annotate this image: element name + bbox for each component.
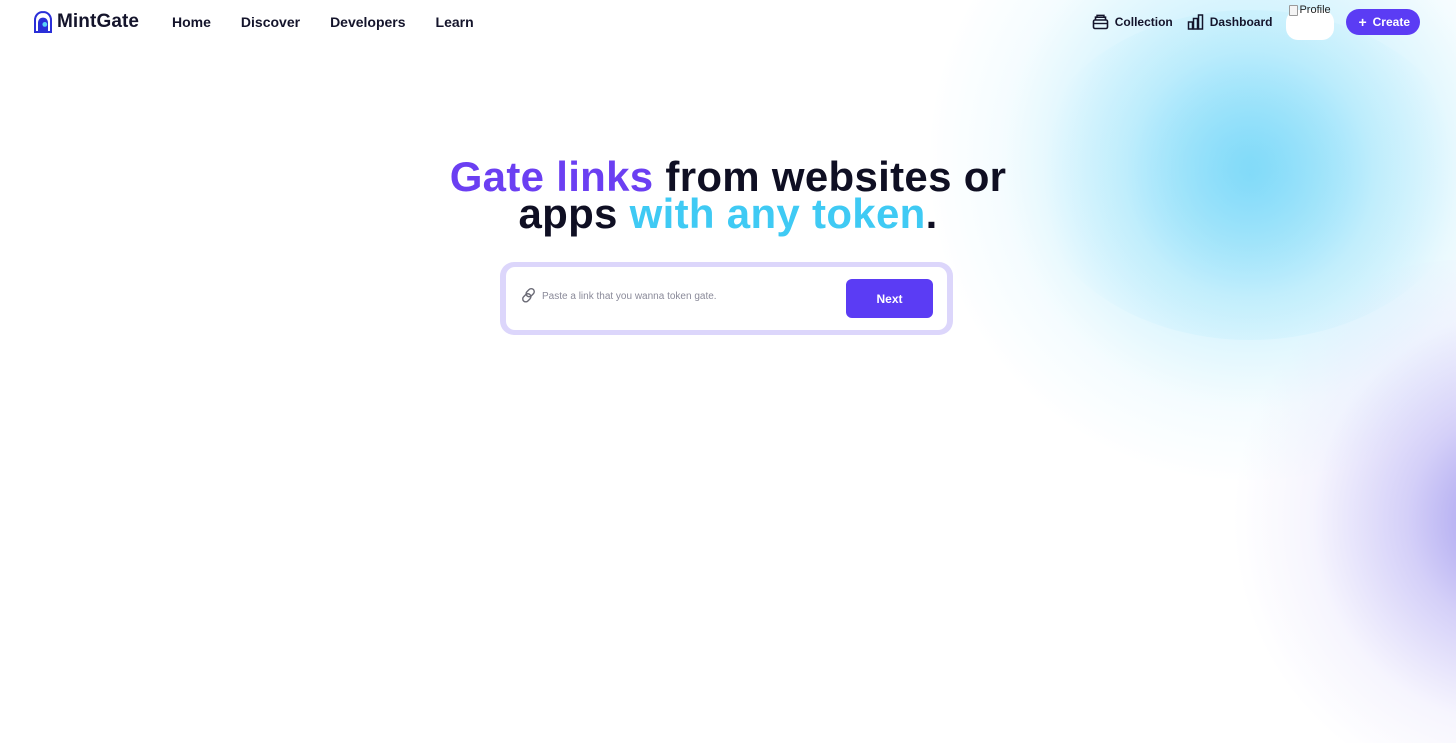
profile-alt-text: Profile bbox=[1299, 4, 1331, 16]
collection-icon bbox=[1092, 14, 1109, 30]
page: MintGate Home Discover Developers Learn … bbox=[0, 0, 1456, 743]
headline-line2-start: apps bbox=[518, 190, 630, 237]
profile-avatar[interactable]: Profile bbox=[1286, 4, 1335, 40]
headline-line2-end: . bbox=[925, 190, 938, 237]
broken-image-icon bbox=[1289, 5, 1299, 16]
nav-link-discover[interactable]: Discover bbox=[241, 14, 300, 30]
dashboard-icon bbox=[1187, 14, 1204, 30]
brand-name: MintGate bbox=[57, 11, 140, 32]
link-input-card: Next bbox=[500, 262, 953, 335]
hero-headline: Gate links from websites or apps with an… bbox=[0, 156, 1456, 235]
main-nav: Home Discover Developers Learn bbox=[172, 14, 474, 30]
link-icon bbox=[522, 287, 535, 303]
mintgate-logo-icon bbox=[34, 11, 52, 33]
navbar: MintGate Home Discover Developers Learn … bbox=[0, 0, 1456, 46]
nav-actions: Collection Dashboard Profile + Create bbox=[1092, 4, 1420, 40]
collection-link[interactable]: Collection bbox=[1092, 14, 1173, 30]
create-label: Create bbox=[1372, 15, 1410, 29]
plus-icon: + bbox=[1358, 14, 1367, 30]
link-input-container: Next bbox=[506, 267, 947, 330]
hero: Gate links from websites or apps with an… bbox=[0, 156, 1456, 235]
broken-image-placeholder: Profile bbox=[1289, 4, 1331, 16]
link-input[interactable] bbox=[542, 284, 832, 308]
nav-link-developers[interactable]: Developers bbox=[330, 14, 405, 30]
create-button[interactable]: + Create bbox=[1346, 9, 1420, 35]
logo[interactable]: MintGate bbox=[34, 11, 139, 33]
dashboard-label: Dashboard bbox=[1209, 15, 1273, 29]
nav-link-home[interactable]: Home bbox=[172, 14, 211, 30]
collection-label: Collection bbox=[1114, 15, 1173, 29]
next-button[interactable]: Next bbox=[846, 279, 933, 318]
nav-link-learn[interactable]: Learn bbox=[436, 14, 474, 30]
headline-highlight-cyan: with any token bbox=[629, 190, 926, 237]
dashboard-link[interactable]: Dashboard bbox=[1187, 14, 1273, 30]
